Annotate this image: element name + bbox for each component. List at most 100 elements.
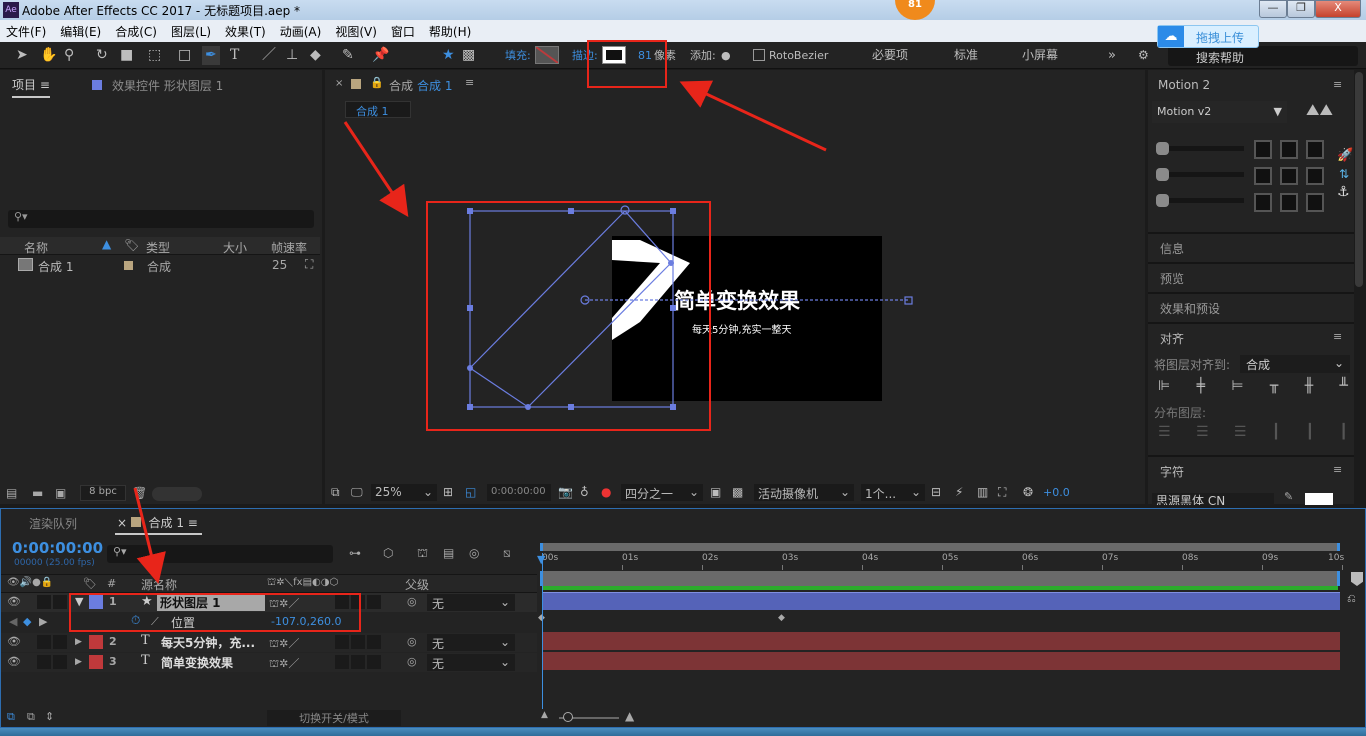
toggle-switches-modes-button[interactable]: 切换开关/模式 [267,710,401,726]
brush-tool-icon[interactable]: ／ [262,46,276,65]
project-item[interactable]: 合成 1 合成 25 ⛶ [0,257,320,275]
eraser-tool-icon[interactable]: ◆ [310,46,321,65]
motion-version-dropdown[interactable]: Motion v2 ▼ [1152,101,1287,123]
roto-brush-tool-icon[interactable]: ✎ [342,46,354,65]
tab-timeline-comp[interactable]: × 合成 1 ≡ [115,514,202,535]
position-value[interactable]: -107.0,260.0 [271,615,341,628]
pickwhip-icon[interactable]: ◎ [407,655,417,668]
layer-row[interactable]: 👁 ▼ 1 ★ 形状图层 1 ⛫✲／ ◎ 无 ⌄ [1,593,538,612]
zoom-slider-handle[interactable] [563,712,573,722]
upload-tooltip[interactable]: ☁ 拖拽上传 [1157,25,1259,48]
sort-ascending-icon[interactable]: ▲ [102,237,111,251]
tab-project[interactable]: 项目 ≡ [12,76,50,98]
composition-mini-flowchart-icon[interactable]: ⊶ [349,546,361,560]
project-search-input[interactable]: ⚲▾ [8,210,314,228]
keyframe-marker[interactable]: ◆ [778,613,785,623]
motion-panel-menu-icon[interactable]: ≡ [1333,78,1342,91]
pixel-aspect-icon[interactable]: ⊟ [931,485,941,499]
camera-dropdown[interactable]: 活动摄像机 ⌄ [754,484,854,501]
rotobezier-checkbox[interactable] [753,49,765,61]
align-right-icon[interactable]: ⊨ [1231,378,1243,398]
region-of-interest-icon[interactable]: ⊞ [443,485,453,499]
swap-icon[interactable]: ⇅ [1339,167,1349,181]
transparency-grid-icon[interactable]: ◱ [465,485,476,499]
show-snapshot-icon[interactable]: ♁ [580,485,589,499]
workspace-small-screen[interactable]: 小屏幕 [1022,46,1058,65]
layer-switches[interactable]: ⛫✲／ [269,595,299,612]
resolution-dropdown[interactable]: 四分之一 ⌄ [621,484,703,501]
layer-label-color[interactable] [89,595,103,609]
snapshot-icon[interactable]: 📷 [558,485,573,499]
monitor-icon[interactable]: 🖵 [351,485,363,500]
interpret-footage-icon[interactable]: ▤ [6,486,17,500]
add-keyframe-icon[interactable]: ◆ [23,615,31,628]
layer-switches-toggle-icon[interactable]: ⧉ [7,710,15,724]
label-tag-icon[interactable]: 🏷 [124,238,139,252]
playhead-handle[interactable]: ▼ [537,553,545,566]
star-icon[interactable]: ★ [442,46,455,65]
visibility-eye-icon[interactable]: 👁 [7,595,21,608]
layer-row[interactable]: 👁 ▶ 2 T 每天5分钟，充... ⛫✲／ ◎ 无 ⌄ [1,633,538,652]
align-vcenter-icon[interactable]: ╫ [1305,378,1313,398]
align-to-dropdown[interactable]: 合成 ⌄ [1240,355,1350,373]
tab-render-queue[interactable]: 渲染队列 [29,515,77,532]
distribute-right-icon[interactable]: ┃ [1340,424,1348,444]
transfer-controls-toggle-icon[interactable]: ⧉ [27,710,35,724]
layer-bar-text[interactable] [542,652,1340,670]
align-top-icon[interactable]: ╥ [1270,378,1278,398]
visibility-eye-icon[interactable]: 👁 [7,655,21,668]
workspace-essentials[interactable]: 必要项 [872,46,908,65]
column-framerate[interactable]: 帧速率 [271,239,307,256]
expand-triangle-icon[interactable]: ▶ [75,637,82,647]
info-panel[interactable]: 信息 [1160,240,1360,257]
frame-blending-icon[interactable]: ▤ [443,546,454,560]
tab-effect-controls[interactable]: 效果控件 形状图层 1 [112,77,223,94]
views-dropdown[interactable]: 1个... ⌄ [861,484,925,501]
transparency-icon[interactable]: ▩ [732,485,743,499]
exposure-value[interactable]: +0.0 [1043,486,1070,499]
timeline-icon[interactable]: ▥ [977,485,988,499]
close-tab-icon[interactable]: × [335,78,343,89]
notification-badge[interactable]: 81 [895,0,935,20]
bit-depth-button[interactable]: 8 bpc [80,485,126,501]
prev-keyframe-icon[interactable]: ◀ [9,615,17,628]
zoom-out-icon[interactable]: ▲ [541,710,548,720]
selection-tool-icon[interactable]: ➤ [16,46,28,65]
restore-button[interactable]: ❐ [1287,0,1315,18]
position-property-row[interactable]: ◀ ◆ ▶ ⏱ ⟋ 位置 -107.0,260.0 [1,613,538,632]
exposure-reset-icon[interactable]: ❂ [1023,485,1033,499]
new-composition-icon[interactable]: ▣ [55,486,66,500]
delete-icon[interactable]: 🗑 [132,486,147,500]
parent-column[interactable]: 父级 [405,576,429,593]
layer-label-color[interactable] [89,635,103,649]
align-left-icon[interactable]: ⊫ [1158,378,1170,398]
shy-icon[interactable]: ⛫ [417,546,428,562]
menu-layer[interactable]: 图层(L) [171,23,211,40]
distribute-vcenter-icon[interactable]: ☰ [1196,424,1209,444]
workspace-standard[interactable]: 标准 [954,46,978,65]
layer-name[interactable]: 每天5分钟，充... [161,634,255,651]
in-out-toggle-icon[interactable]: ⇕ [45,710,54,723]
menu-window[interactable]: 窗口 [391,23,415,40]
layer-name[interactable]: 形状图层 1 [157,593,265,611]
distribute-hcenter-icon[interactable]: ┃ [1306,424,1314,444]
stroke-width-value[interactable]: 81 [638,46,652,65]
layer-bar-shape[interactable] [542,592,1340,610]
fill-swatch[interactable] [535,46,559,64]
pickwhip-icon[interactable]: ◎ [407,635,417,648]
menu-composition[interactable]: 合成(C) [115,23,157,40]
font-family-dropdown[interactable]: 思源黑体 CN [1152,493,1274,505]
layer-switches[interactable]: ⛫✲／ [269,655,299,672]
rectangle-tool-icon[interactable]: □ [178,46,191,65]
distribute-bottom-icon[interactable]: ☰ [1234,424,1247,444]
layer-name[interactable]: 简单变换效果 [161,654,233,671]
time-ruler[interactable]: 00s 01s 02s 03s 04s 05s 06s 07s 08s 09s 10s [537,553,1351,571]
collapse-triangle-icon[interactable]: ▼ [75,595,83,608]
mountains-icon[interactable]: ⛰⛰ [1306,100,1333,120]
add-dropdown-icon[interactable]: ● [721,46,731,65]
work-area-bar[interactable] [540,543,1340,551]
menu-view[interactable]: 视图(V) [335,23,377,40]
motion-sliders[interactable] [1156,142,1246,212]
next-keyframe-icon[interactable]: ▶ [39,615,47,628]
parent-dropdown[interactable]: 无 ⌄ [427,594,515,611]
